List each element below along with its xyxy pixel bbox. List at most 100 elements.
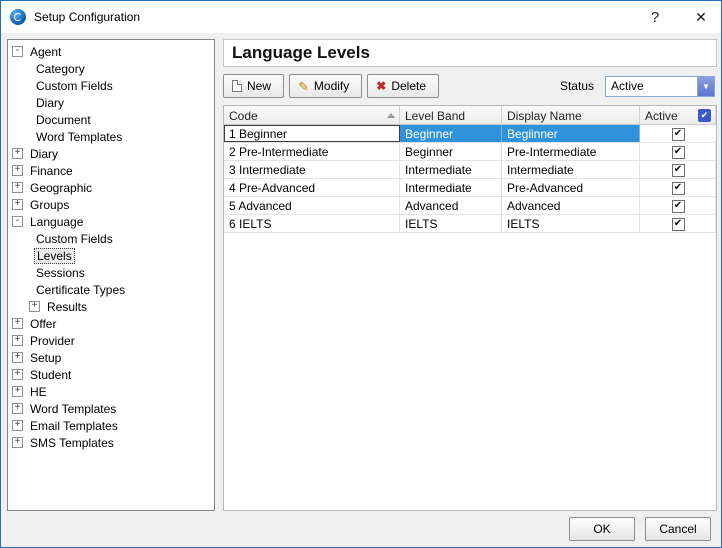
active-checkbox[interactable]: ✔ — [672, 218, 685, 231]
expand-icon[interactable]: + — [12, 352, 23, 363]
expand-icon[interactable]: + — [12, 369, 23, 380]
tree-item-setup[interactable]: +Setup — [8, 349, 214, 366]
tree-item-language-certificate-types[interactable]: Certificate Types — [8, 281, 214, 298]
expand-icon[interactable]: + — [12, 403, 23, 414]
tree-item-finance[interactable]: +Finance — [8, 162, 214, 179]
tree-item-language-custom-fields[interactable]: Custom Fields — [8, 230, 214, 247]
tree-item-sms-templates[interactable]: +SMS Templates — [8, 434, 214, 451]
table-row[interactable]: 4 Pre-Advanced Intermediate Pre-Advanced… — [224, 179, 716, 197]
tree-item-agent-document[interactable]: Document — [8, 111, 214, 128]
cell-display-name[interactable]: IELTS — [502, 215, 640, 232]
ok-button[interactable]: OK — [569, 517, 635, 541]
tree-item-label: Word Templates — [28, 402, 118, 416]
cancel-button[interactable]: Cancel — [645, 517, 711, 541]
cell-display-name[interactable]: Intermediate — [502, 161, 640, 178]
cell-active: ✔ — [640, 197, 716, 214]
cell-level-band[interactable]: Beginner — [400, 143, 502, 160]
tree-item-student[interactable]: +Student — [8, 366, 214, 383]
tree-item-provider[interactable]: +Provider — [8, 332, 214, 349]
cell-level-band[interactable]: Intermediate — [400, 179, 502, 196]
expand-icon[interactable]: + — [29, 301, 40, 312]
expand-icon[interactable]: + — [12, 335, 23, 346]
page-header: Language Levels — [223, 39, 717, 67]
cell-code[interactable]: 3 Intermediate — [224, 161, 400, 178]
new-button[interactable]: New — [223, 74, 284, 98]
modify-button[interactable]: ✎ Modify — [289, 74, 362, 98]
tree-item-agent[interactable]: -Agent — [8, 43, 214, 60]
tree-item-label: Category — [34, 62, 87, 76]
tree-item-agent-custom-fields[interactable]: Custom Fields — [8, 77, 214, 94]
cell-code[interactable]: 2 Pre-Intermediate — [224, 143, 400, 160]
active-checkbox[interactable]: ✔ — [672, 164, 685, 177]
tree-item-agent-diary[interactable]: Diary — [8, 94, 214, 111]
window-title: Setup Configuration — [34, 10, 140, 24]
table-row[interactable]: 2 Pre-Intermediate Beginner Pre-Intermed… — [224, 143, 716, 161]
tree-item-label: Diary — [28, 147, 60, 161]
tree-item-word-templates[interactable]: + Word Templates — [8, 400, 214, 417]
cell-active: ✔ — [640, 179, 716, 196]
cell-level-band[interactable]: Intermediate — [400, 161, 502, 178]
cell-display-name[interactable]: Pre-Intermediate — [502, 143, 640, 160]
toolbar: New ✎ Modify ✖ Delete Status Active ▼ — [223, 71, 717, 101]
sort-ascending-icon — [387, 113, 395, 118]
table-row[interactable]: 6 IELTS IELTS IELTS ✔ — [224, 215, 716, 233]
expand-icon[interactable]: + — [12, 420, 23, 431]
active-checkbox[interactable]: ✔ — [672, 200, 685, 213]
tree-item-language[interactable]: -Language — [8, 213, 214, 230]
cell-display-name[interactable]: Pre-Advanced — [502, 179, 640, 196]
column-header-display-name[interactable]: Display Name — [502, 106, 640, 124]
modify-button-label: Modify — [314, 79, 349, 93]
status-select[interactable]: Active ▼ — [605, 76, 715, 97]
filter-icon[interactable]: ✔ — [698, 109, 711, 122]
tree-item-language-levels[interactable]: Levels — [8, 247, 214, 264]
tree-item-label: Sessions — [34, 266, 87, 280]
cell-active: ✔ — [640, 143, 716, 160]
expand-icon[interactable]: + — [12, 386, 23, 397]
collapse-icon[interactable]: - — [12, 216, 23, 227]
table-row[interactable]: 5 Advanced Advanced Advanced ✔ — [224, 197, 716, 215]
app-icon — [10, 9, 26, 25]
expand-icon[interactable]: + — [12, 318, 23, 329]
column-header-level-band[interactable]: Level Band — [400, 106, 502, 124]
cell-code[interactable]: 4 Pre-Advanced — [224, 179, 400, 196]
expand-icon[interactable]: + — [12, 437, 23, 448]
tree-item-language-sessions[interactable]: Sessions — [8, 264, 214, 281]
config-tree: -Agent Category Custom Fields Diary Docu… — [7, 39, 215, 511]
tree-item-agent-word-templates[interactable]: Word Templates — [8, 128, 214, 145]
cell-level-band[interactable]: Beginner — [400, 125, 502, 142]
tree-item-groups[interactable]: +Groups — [8, 196, 214, 213]
expand-icon[interactable]: + — [12, 165, 23, 176]
help-button[interactable]: ? — [635, 1, 675, 33]
expand-icon[interactable]: + — [12, 199, 23, 210]
column-header-code[interactable]: Code — [224, 106, 400, 124]
expand-icon[interactable]: + — [12, 148, 23, 159]
active-checkbox[interactable]: ✔ — [672, 146, 685, 159]
tree-item-email-templates[interactable]: +Email Templates — [8, 417, 214, 434]
cell-display-name[interactable]: Advanced — [502, 197, 640, 214]
collapse-icon[interactable]: - — [12, 46, 23, 57]
tree-item-geographic[interactable]: + Geographic — [8, 179, 214, 196]
column-header-active[interactable]: Active ✔ — [640, 106, 716, 124]
active-checkbox[interactable]: ✔ — [672, 128, 685, 141]
cell-display-name[interactable]: Begiinner — [502, 125, 640, 142]
tree-item-language-results[interactable]: +Results — [8, 298, 214, 315]
expand-icon[interactable]: + — [12, 182, 23, 193]
tree-item-agent-category[interactable]: Category — [8, 60, 214, 77]
status-label: Status — [560, 79, 594, 93]
active-checkbox[interactable]: ✔ — [672, 182, 685, 195]
column-header-label: Code — [229, 109, 258, 123]
tree-item-he[interactable]: +HE — [8, 383, 214, 400]
tree-item-offer[interactable]: +Offer — [8, 315, 214, 332]
cell-code[interactable]: 6 IELTS — [224, 215, 400, 232]
cell-level-band[interactable]: IELTS — [400, 215, 502, 232]
close-button[interactable]: ✕ — [681, 1, 721, 33]
table-row[interactable]: 1 Beginner Beginner Begiinner ✔ — [224, 125, 716, 143]
table-row[interactable]: 3 Intermediate Intermediate Intermediate… — [224, 161, 716, 179]
tree-item-label: Custom Fields — [34, 232, 115, 246]
cell-code[interactable]: 1 Beginner — [224, 125, 400, 142]
delete-button[interactable]: ✖ Delete — [367, 74, 439, 98]
tree-item-label: Geographic — [28, 181, 94, 195]
cell-level-band[interactable]: Advanced — [400, 197, 502, 214]
cell-code[interactable]: 5 Advanced — [224, 197, 400, 214]
tree-item-diary[interactable]: + Diary — [8, 145, 214, 162]
